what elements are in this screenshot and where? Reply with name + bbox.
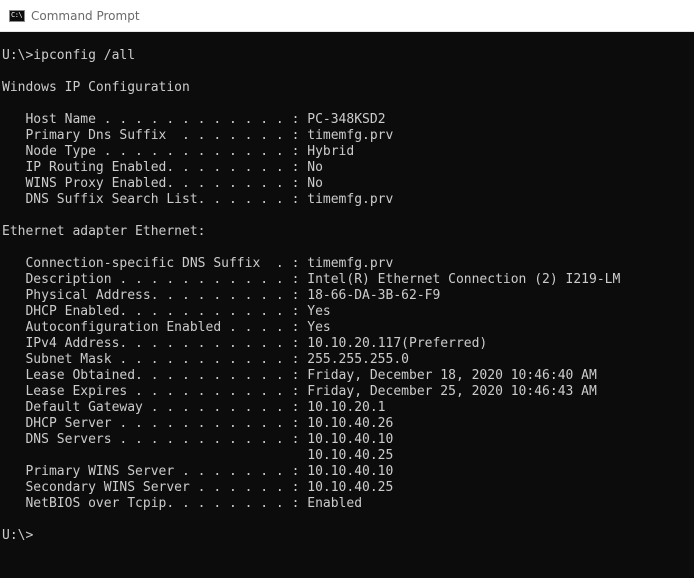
ip-routing-line: IP Routing Enabled. . . . . . . . : No bbox=[2, 160, 323, 175]
primary-wins-line: Primary WINS Server . . . . . . . : 10.1… bbox=[2, 464, 394, 479]
node-type-line: Node Type . . . . . . . . . . . . : Hybr… bbox=[2, 144, 355, 159]
dns-servers-line-2: 10.10.40.25 bbox=[2, 448, 394, 463]
console-output[interactable]: U:\>ipconfig /all Windows IP Configurati… bbox=[0, 32, 694, 578]
physical-address-line: Physical Address. . . . . . . . . : 18-6… bbox=[2, 288, 441, 303]
ipv4-value: 10.10.20.117(Preferred) bbox=[307, 336, 488, 351]
lease-expires-line: Lease Expires . . . . . . . . . . : Frid… bbox=[2, 384, 597, 399]
conn-dns-suffix-line: Connection-specific DNS Suffix . : timem… bbox=[2, 256, 394, 271]
subnet-mask-line: Subnet Mask . . . . . . . . . . . : 255.… bbox=[2, 352, 409, 367]
cmd-icon-glyph: C:\ bbox=[11, 11, 23, 19]
host-name-label: Host Name . . . . . . . . . . . . : bbox=[2, 112, 308, 127]
dhcp-server-line: DHCP Server . . . . . . . . . . . : 10.1… bbox=[2, 416, 394, 431]
host-name-line: Host Name . . . . . . . . . . . . : PC-3… bbox=[2, 112, 386, 128]
ipv4-label: IPv4 Address. . . . . . . . . . . : bbox=[2, 336, 308, 351]
host-name-value: PC-348KSD2 bbox=[307, 112, 386, 127]
command-line: U:\>ipconfig /all bbox=[2, 48, 136, 63]
config-header: Windows IP Configuration bbox=[2, 80, 190, 95]
dhcp-enabled-line: DHCP Enabled. . . . . . . . . . . : Yes bbox=[2, 304, 331, 319]
window-title: Command Prompt bbox=[31, 9, 140, 23]
netbios-line: NetBIOS over Tcpip. . . . . . . . : Enab… bbox=[2, 496, 363, 511]
adapter-header: Ethernet adapter Ethernet: bbox=[2, 224, 206, 239]
dns-servers-line: DNS Servers . . . . . . . . . . . : 10.1… bbox=[2, 432, 394, 447]
description-line: Description . . . . . . . . . . . : Inte… bbox=[2, 272, 621, 287]
secondary-wins-line: Secondary WINS Server . . . . . . : 10.1… bbox=[2, 480, 394, 495]
cmd-console-icon: C:\ bbox=[9, 10, 25, 22]
wins-proxy-line: WINS Proxy Enabled. . . . . . . . : No bbox=[2, 176, 323, 191]
prompt-line[interactable]: U:\> bbox=[2, 528, 33, 544]
primary-dns-suffix-line: Primary Dns Suffix . . . . . . . : timem… bbox=[2, 128, 394, 143]
dns-suffix-search-line: DNS Suffix Search List. . . . . . : time… bbox=[2, 192, 394, 207]
lease-obtained-line: Lease Obtained. . . . . . . . . . : Frid… bbox=[2, 368, 597, 383]
autoconfig-line: Autoconfiguration Enabled . . . . : Yes bbox=[2, 320, 331, 335]
ipv4-line: IPv4 Address. . . . . . . . . . . : 10.1… bbox=[2, 336, 487, 352]
command-prompt-window[interactable]: C:\ Command Prompt U:\>ipconfig /all Win… bbox=[0, 0, 694, 578]
default-gateway-line: Default Gateway . . . . . . . . . : 10.1… bbox=[2, 400, 386, 415]
title-bar[interactable]: C:\ Command Prompt bbox=[0, 0, 694, 32]
